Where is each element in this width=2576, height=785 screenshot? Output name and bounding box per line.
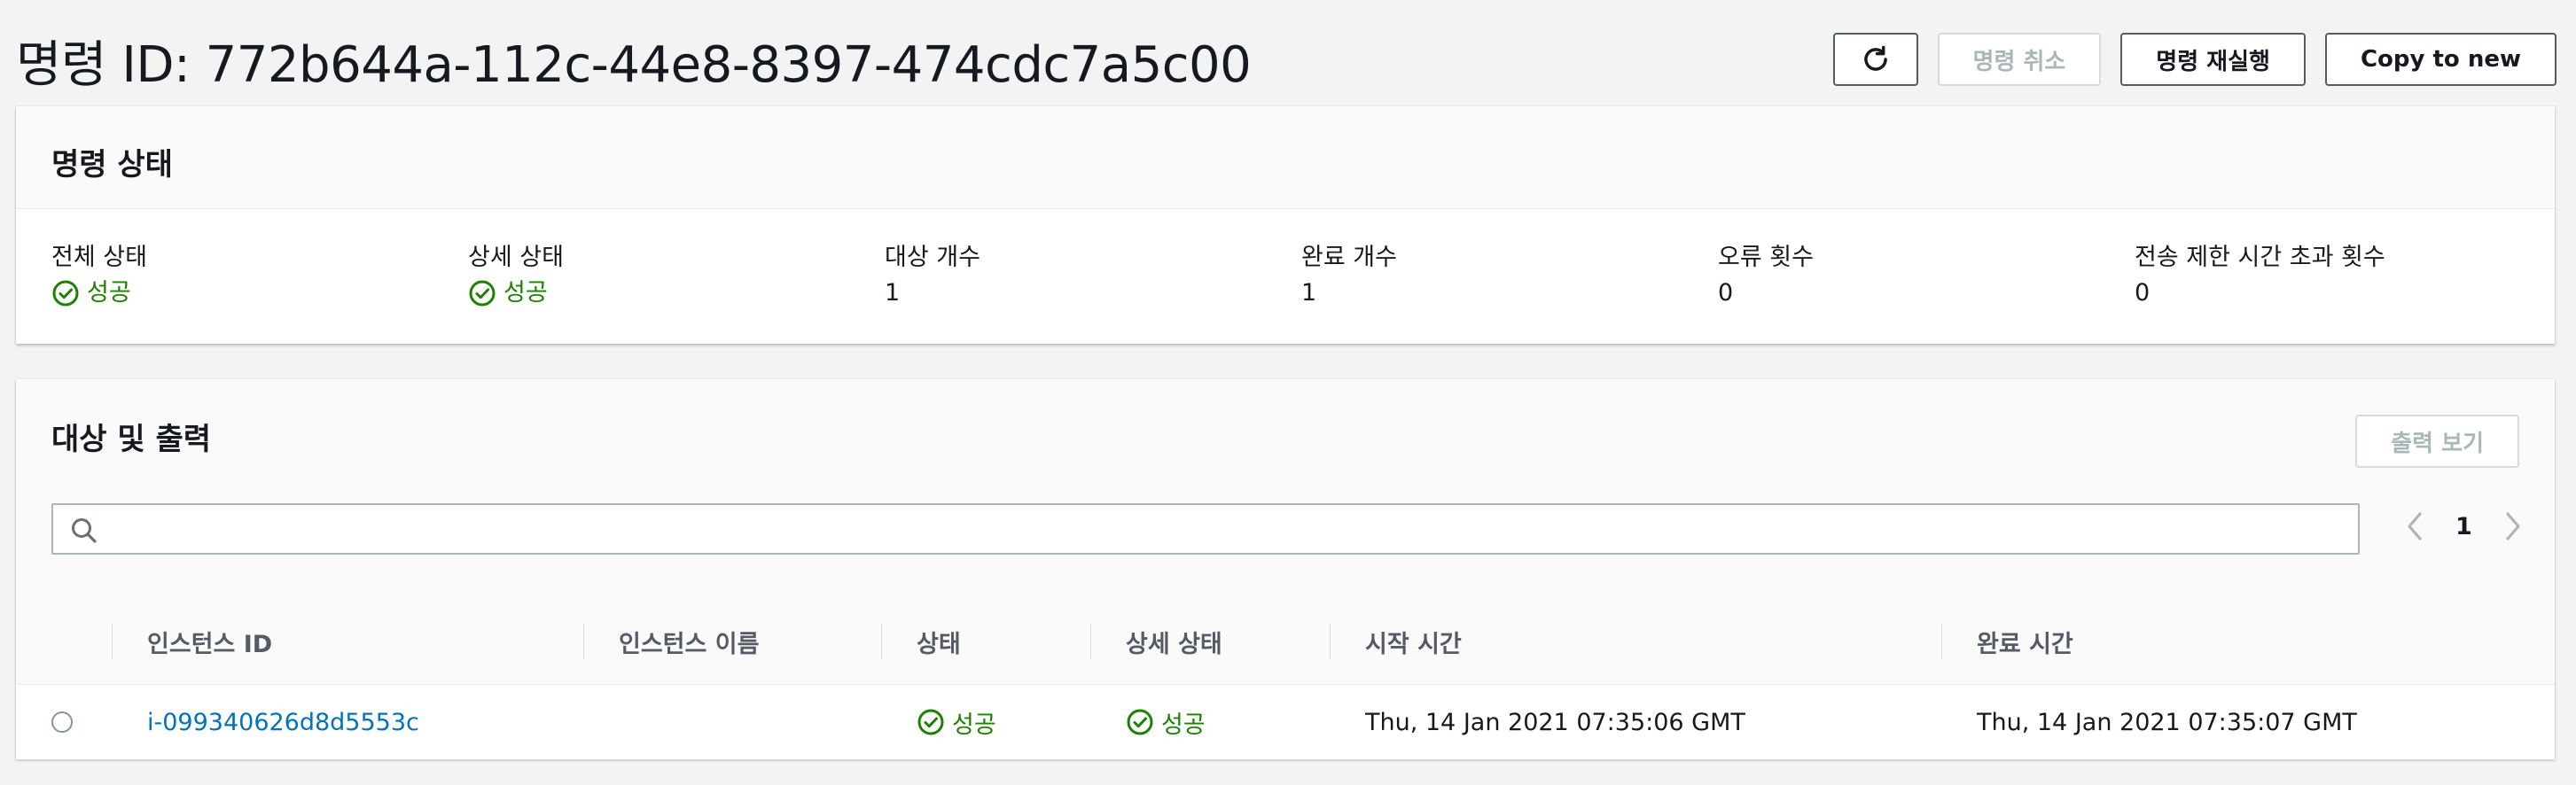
target-count-value: 1 (885, 279, 901, 307)
timeout-count: 전송 제한 시간 초과 횟수 0 (2135, 241, 2551, 312)
chevron-right-icon (2506, 512, 2520, 540)
detail-status-value: 성공 (468, 275, 885, 312)
detail-status-label: 상세 상태 (468, 244, 564, 271)
status-grid: 전체 상태 성공 상세 상태 성공 대상 개수 1 완료 개수 1 오류 횟수 … (16, 209, 2555, 312)
success-icon (469, 280, 496, 307)
overall-status-text: 성공 (87, 279, 131, 307)
search-input[interactable] (51, 503, 2360, 555)
detail-status-text: 성공 (503, 279, 548, 307)
column-header-instance-id[interactable]: 인스턴스 ID (112, 599, 583, 684)
timeout-count-label: 전송 제한 시간 초과 횟수 (2135, 244, 2385, 271)
target-count: 대상 개수 1 (885, 241, 1301, 312)
error-count-value: 0 (1718, 279, 1734, 307)
completed-count: 완료 개수 1 (1301, 241, 1718, 312)
table-row[interactable]: i-099340626d8d5553c 성공 성공 Thu, 14 Jan 20… (16, 685, 2555, 759)
detail-status-cell: 성공 (1090, 685, 1330, 759)
column-header-start-time[interactable]: 시작 시간 (1330, 599, 1941, 684)
overall-status-value: 성공 (51, 275, 468, 312)
chevron-left-icon (2408, 512, 2422, 540)
start-time-cell: Thu, 14 Jan 2021 07:35:06 GMT (1365, 708, 1745, 736)
success-icon (52, 280, 79, 307)
search-icon (72, 518, 97, 543)
instance-id-cell: i-099340626d8d5553c (112, 685, 583, 759)
instance-name-cell (583, 685, 881, 759)
pagination: 1 (2399, 507, 2529, 546)
targets-outputs-header: 대상 및 출력 출력 보기 1 (16, 379, 2555, 600)
command-detail-page: 명령 ID: 772b644a-112c-44e8-8397-474cdc7a5… (0, 0, 2576, 785)
completed-count-value: 1 (1301, 279, 1317, 307)
page-header: 명령 ID: 772b644a-112c-44e8-8397-474cdc7a5… (16, 25, 2556, 96)
end-time-cell: Thu, 14 Jan 2021 07:35:07 GMT (1977, 708, 2357, 736)
header-actions: 명령 취소 명령 재실행 Copy to new (1832, 33, 2556, 86)
view-output-button[interactable]: 출력 보기 (2355, 415, 2519, 468)
page-title: 명령 ID: 772b644a-112c-44e8-8397-474cdc7a5… (16, 35, 1252, 94)
target-count-label: 대상 개수 (885, 244, 980, 271)
targets-outputs-title: 대상 및 출력 (51, 422, 212, 457)
copy-to-new-button[interactable]: Copy to new (2324, 33, 2556, 86)
status-text: 성공 (952, 711, 996, 739)
command-status-title: 명령 상태 (51, 147, 173, 183)
instance-id-link[interactable]: i-099340626d8d5553c (147, 709, 419, 736)
error-count: 오류 횟수 0 (1718, 241, 2135, 312)
table-header: 인스턴스 ID 인스턴스 이름 상태 상세 상태 시작 시간 완료 시간 (16, 599, 2555, 685)
row-select-radio[interactable] (51, 711, 73, 733)
overall-status-label: 전체 상태 (51, 244, 147, 271)
detail-status: 상세 상태 성공 (468, 241, 885, 312)
next-page-button[interactable] (2497, 507, 2529, 546)
cancel-command-button[interactable]: 명령 취소 (1937, 33, 2102, 86)
row-select-cell (16, 685, 112, 759)
page-number[interactable]: 1 (2455, 513, 2472, 540)
previous-page-button[interactable] (2399, 507, 2431, 546)
targets-table: 인스턴스 ID 인스턴스 이름 상태 상세 상태 시작 시간 완료 시간 i-0… (16, 599, 2555, 759)
refresh-icon (1863, 45, 1887, 71)
command-status-header: 명령 상태 (16, 106, 2555, 209)
detail-status-text: 성공 (1161, 711, 1206, 739)
completed-count-label: 완료 개수 (1301, 244, 1397, 271)
column-header-end-time[interactable]: 완료 시간 (1941, 599, 2555, 684)
column-header-status[interactable]: 상태 (881, 599, 1090, 684)
timeout-count-value: 0 (2135, 279, 2151, 307)
success-icon (917, 709, 944, 735)
overall-status: 전체 상태 성공 (51, 241, 468, 312)
column-header-detail-status[interactable]: 상세 상태 (1090, 599, 1330, 684)
success-icon (1127, 709, 1153, 735)
column-header-instance-name[interactable]: 인스턴스 이름 (583, 599, 881, 684)
error-count-label: 오류 횟수 (1718, 244, 1814, 271)
rerun-command-button[interactable]: 명령 재실행 (2120, 33, 2306, 86)
command-status-panel: 명령 상태 전체 상태 성공 상세 상태 성공 대상 개수 1 완료 개수 1 … (16, 106, 2555, 344)
targets-outputs-panel: 대상 및 출력 출력 보기 1 인스턴스 ID 인스턴스 이름 상태 상세 상태… (16, 379, 2555, 759)
refresh-button[interactable] (1832, 33, 1918, 86)
status-cell: 성공 (881, 685, 1090, 759)
